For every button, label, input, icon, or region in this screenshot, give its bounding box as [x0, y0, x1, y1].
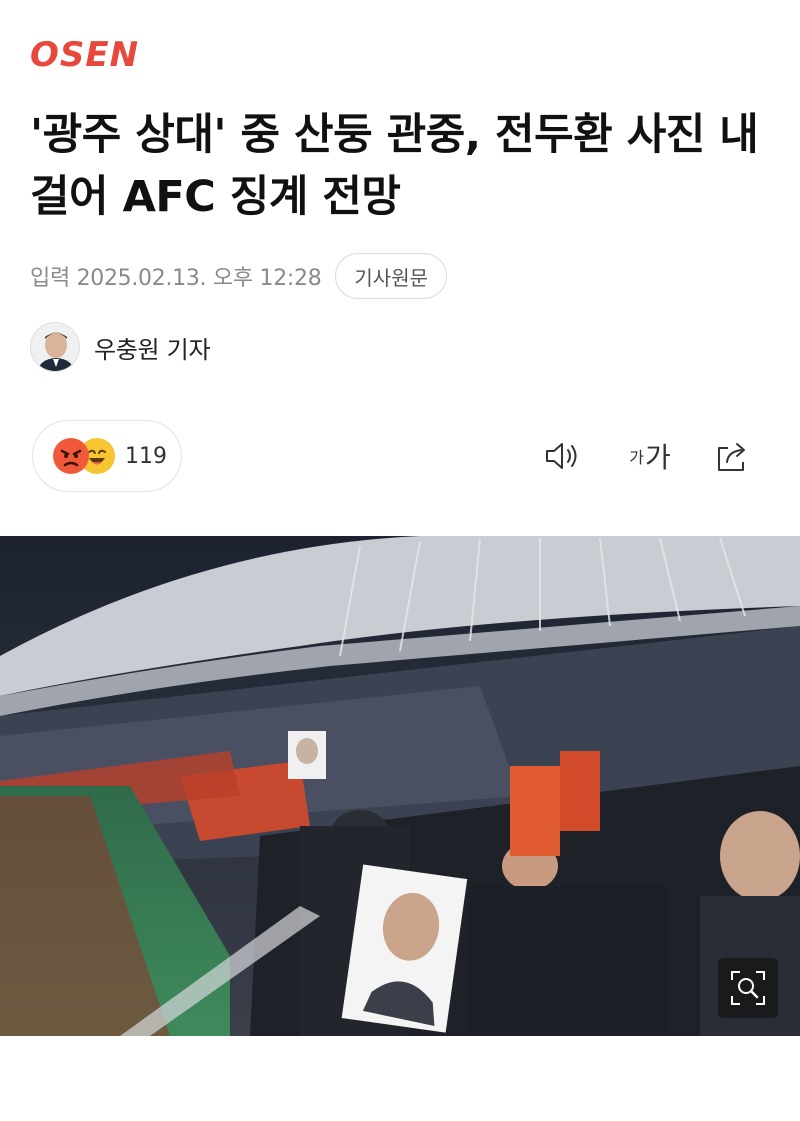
osen-logo[interactable]: OSEN	[30, 35, 178, 75]
share-icon	[718, 443, 745, 471]
author-row[interactable]: 우충원 기자	[30, 322, 211, 372]
angry-emoji-icon	[53, 438, 89, 474]
author-avatar	[30, 322, 80, 372]
speaker-icon	[546, 443, 577, 469]
reaction-count: 119	[125, 443, 167, 469]
article-meta: 입력 2025.02.13. 오후 12:28 기사원문	[30, 252, 448, 300]
reaction-button[interactable]: 119	[32, 420, 182, 492]
font-large-glyph: 가	[644, 441, 671, 474]
font-size-button[interactable]: 가 가	[620, 432, 680, 480]
image-zoom-button[interactable]	[718, 958, 778, 1018]
author-name: 우충원 기자	[94, 335, 211, 364]
text-to-speech-button[interactable]	[538, 432, 588, 480]
article-headline: '광주 상대' 중 산둥 관중, 전두환 사진 내걸어 AFC 징계 전망	[30, 110, 759, 222]
article-photo[interactable]	[0, 536, 800, 1036]
stadium-crowd-image	[0, 536, 800, 1036]
share-button[interactable]	[708, 432, 758, 480]
zoom-icon	[731, 971, 765, 1005]
original-article-button[interactable]: 기사원문	[335, 253, 448, 299]
publish-date: 입력 2025.02.13. 오후 12:28	[30, 266, 322, 291]
logo-text: OSEN	[30, 35, 140, 75]
font-small-glyph: 가	[629, 448, 644, 467]
